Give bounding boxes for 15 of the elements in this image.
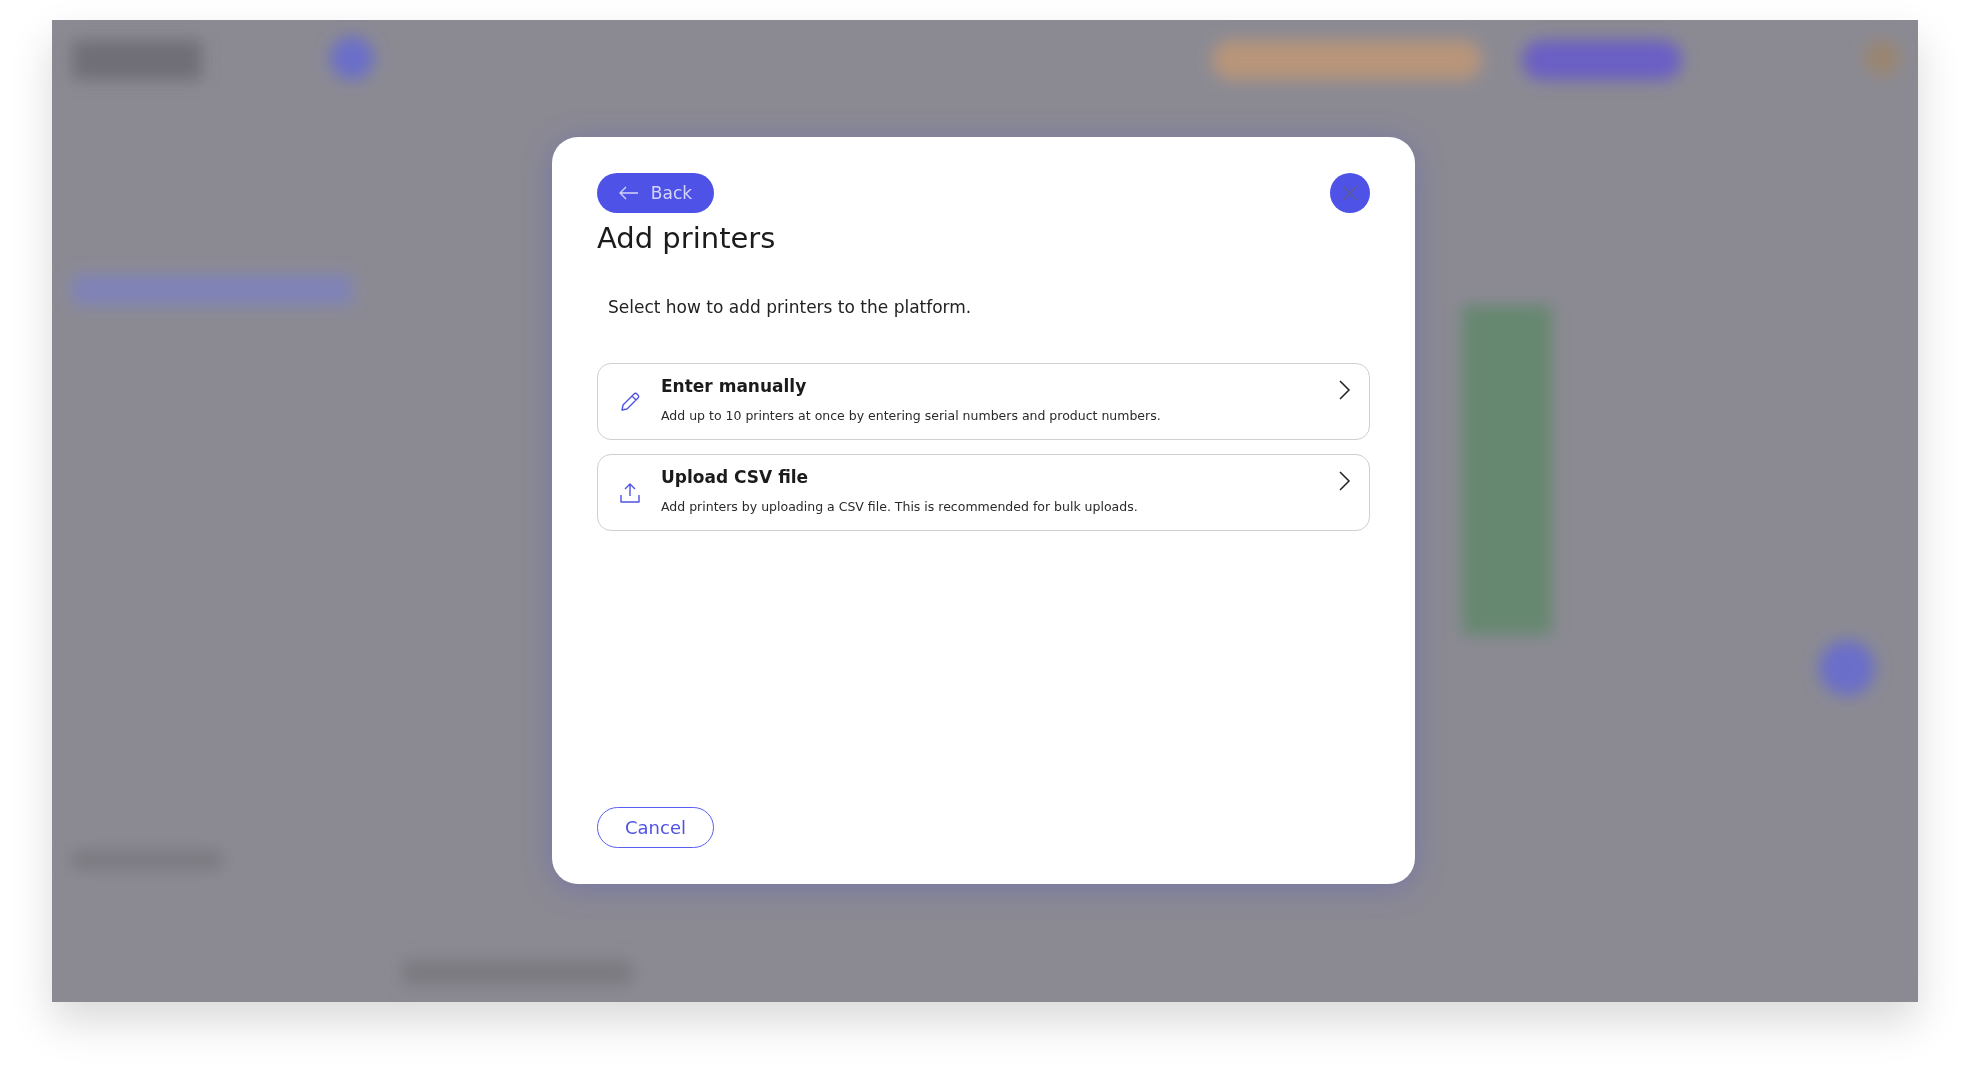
dialog-description: Select how to add printers to the platform. <box>608 297 973 317</box>
option-title: Upload CSV file <box>661 467 810 487</box>
option-title: Enter manually <box>661 376 808 396</box>
arrow-left-icon <box>618 186 639 200</box>
chevron-right-icon <box>1339 471 1351 491</box>
cancel-button[interactable]: Cancel <box>597 807 714 848</box>
dialog-title: Add printers <box>597 221 777 255</box>
option-card[interactable]: Enter manually Add up to 10 printers at once by entering serial numbers and product numbers. <box>597 363 1370 440</box>
back-button[interactable]: Back <box>597 173 714 213</box>
chevron-right-icon <box>1339 380 1351 400</box>
option-card[interactable]: Upload CSV file Add printers by uploading a CSV file. This is recommended for bulk uploads. <box>597 454 1370 531</box>
close-icon <box>1342 185 1358 201</box>
option-description: Add printers by uploading a CSV file. This is recommended for bulk uploads. <box>661 499 1139 514</box>
close-button[interactable] <box>1330 173 1370 213</box>
option-description: Add up to 10 printers at once by entering serial numbers and product numbers. <box>661 408 1162 423</box>
